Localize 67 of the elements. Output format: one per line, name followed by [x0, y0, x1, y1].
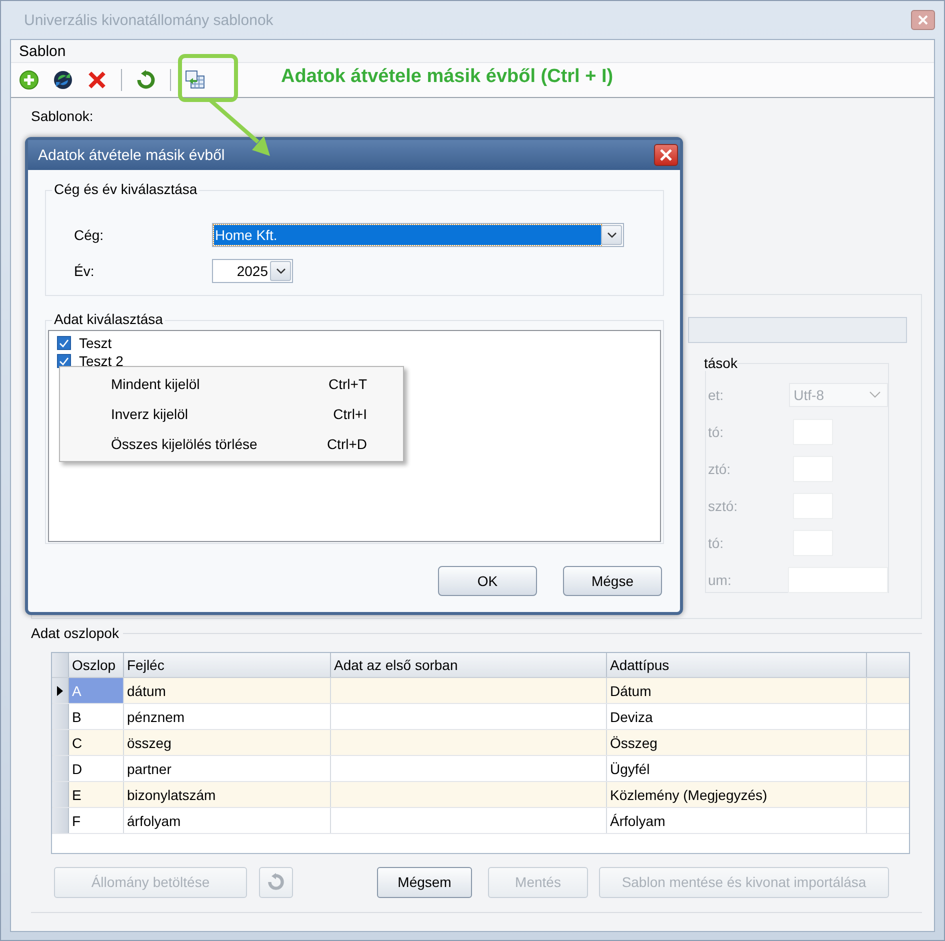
- column-header[interactable]: Adattípus: [607, 653, 867, 677]
- menu-item[interactable]: Sablon: [19, 42, 66, 60]
- table-cell: C: [69, 730, 124, 755]
- header-selector: [52, 653, 69, 677]
- company-label: Cég:: [74, 227, 105, 243]
- current-row-icon: [57, 686, 63, 696]
- close-icon: [660, 149, 672, 161]
- add-icon[interactable]: [19, 70, 39, 90]
- table-cell: Összeg: [607, 730, 867, 755]
- field-label: um:: [708, 572, 732, 588]
- group-title: Cég és év kiválasztása: [52, 181, 200, 197]
- sync-icon[interactable]: [53, 70, 73, 90]
- chevron-down-icon: [869, 390, 881, 398]
- field-label: tó:: [708, 424, 725, 440]
- action-button[interactable]: Mégsem: [377, 866, 472, 898]
- table-cell: pénznem: [124, 704, 331, 729]
- delete-icon[interactable]: [87, 70, 107, 90]
- field-label: tó:: [708, 534, 725, 550]
- chevron-down-icon: [276, 268, 286, 274]
- list-item-label: Teszt: [79, 335, 112, 351]
- dialog-button[interactable]: OK: [438, 566, 537, 596]
- year-label: Év:: [74, 263, 96, 279]
- table-cell: Árfolyam: [607, 808, 867, 833]
- table-cell: E: [69, 782, 124, 807]
- year-dropdown[interactable]: 2025: [212, 259, 293, 283]
- row-selector[interactable]: [52, 678, 69, 703]
- column-header[interactable]: Adat az első sorban: [331, 653, 607, 677]
- input-field[interactable]: [788, 566, 888, 592]
- table-cell: D: [69, 756, 124, 781]
- table-arrow-icon[interactable]: [185, 70, 205, 90]
- table-cell: Deviza: [607, 704, 867, 729]
- table-cell: partner: [124, 756, 331, 781]
- refresh-icon: [267, 873, 285, 891]
- table-cell: B: [69, 704, 124, 729]
- group-title: tások: [704, 355, 738, 371]
- column-header[interactable]: Oszlop: [69, 653, 124, 677]
- table-cell: bizonylatszám: [124, 782, 331, 807]
- table-cell: Ügyfél: [607, 756, 867, 781]
- window-title: Univerzális kivonatállomány sablonok: [23, 12, 274, 28]
- close-button[interactable]: [654, 144, 678, 166]
- menu-item[interactable]: Összes kijelölés törlése Ctrl+D: [60, 429, 403, 459]
- templates-label: Sablonok:: [31, 108, 94, 124]
- checkbox[interactable]: [57, 336, 71, 350]
- refresh-icon[interactable]: [136, 70, 156, 90]
- annotation-text: Adatok átvétele másik évből (Ctrl + I): [281, 66, 614, 88]
- table-cell: Dátum: [607, 678, 867, 703]
- table-cell: dátum: [124, 678, 331, 703]
- highlight-frame: [178, 54, 238, 102]
- table-cell: F: [69, 808, 124, 833]
- table-cell: A: [69, 678, 124, 703]
- list-item-label: Teszt 2: [79, 353, 124, 369]
- field-label: et:: [708, 386, 725, 402]
- table-cell: összeg: [124, 730, 331, 755]
- group-title: Adat kiválasztása: [52, 311, 165, 327]
- company-dropdown[interactable]: Home Kft.: [212, 223, 624, 247]
- field-label: sztó:: [708, 498, 739, 514]
- menu-item[interactable]: Mindent kijelöl Ctrl+T: [60, 369, 403, 399]
- chevron-down-icon: [606, 232, 616, 238]
- menu-item[interactable]: Inverz kijelöl Ctrl+I: [60, 399, 403, 429]
- dialog-button[interactable]: Mégse: [563, 566, 662, 596]
- group-title: Adat oszlopok: [31, 625, 123, 641]
- column-header[interactable]: Fejléc: [124, 653, 331, 677]
- dialog-title: Adatok átvétele másik évből: [38, 146, 225, 164]
- field-label: ztó:: [708, 460, 732, 476]
- table-cell: Közlemény (Megjegyzés): [607, 782, 867, 807]
- table-cell: árfolyam: [124, 808, 331, 833]
- close-icon: [918, 15, 928, 25]
